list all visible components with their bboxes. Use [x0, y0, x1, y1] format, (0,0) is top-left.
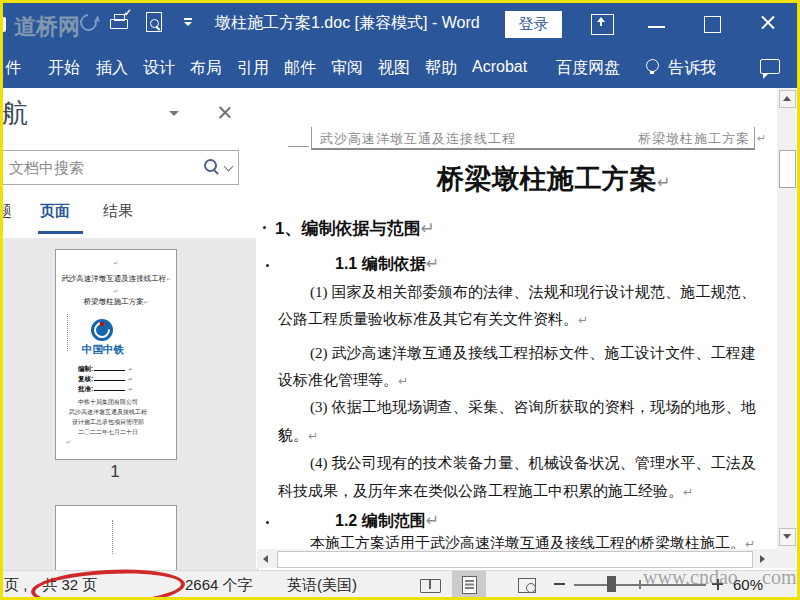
document-canvas[interactable]: 武沙高速洋墩互通及连接线工程 桥梁墩柱施工方案 ↵ 桥梁墩柱施工方案↵ 1、编制… — [257, 88, 777, 549]
crec-logo-text: 中国中铁 — [58, 343, 148, 357]
tab-review[interactable]: 审阅 — [331, 58, 363, 79]
header-right-text: 桥梁墩柱施工方案 — [638, 130, 750, 148]
web-layout-icon[interactable] — [518, 578, 536, 593]
outline-bullet-icon — [263, 226, 266, 229]
page-1-number: 1 — [55, 462, 175, 482]
body-line: 公路工程质量验收标准及其它有关文件资料。↵ — [278, 310, 588, 329]
comments-icon[interactable] — [760, 59, 780, 74]
navigation-pane: 导航 标题 页面 结果 ↵ 武沙高速洋墩互通及连接线工程↵ ↵ 桥梁墩柱施工方案… — [0, 88, 258, 570]
search-options-chevron-icon[interactable] — [224, 162, 234, 172]
tab-help[interactable]: 帮助 — [425, 58, 457, 79]
zoom-slider-center-tick — [639, 580, 641, 589]
page-thumbnail-list: ↵ 武沙高速洋墩互通及连接线工程↵ ↵ 桥梁墩柱施工方案↵ 中国中铁 编制:↵ … — [0, 238, 256, 570]
nav-tab-results[interactable]: 结果 — [103, 202, 133, 221]
watermark-top-left: 道桥网 — [14, 12, 80, 42]
thumb-cover-line2: 桥梁墩柱施工方案↵ — [56, 298, 176, 306]
print-layout-button[interactable] — [452, 571, 486, 597]
tab-tell-me[interactable]: 告诉我 — [668, 58, 716, 79]
quick-access-toolbar-more-icon[interactable] — [184, 18, 192, 26]
tab-baidu-netdisk[interactable]: 百度网盘 — [556, 58, 620, 79]
body-line: (1) 国家及相关部委颁布的法律、法规和现行设计规范、施工规范、 — [310, 283, 756, 302]
nav-pane-dropdown-icon[interactable] — [169, 111, 179, 116]
vertical-scrollbar-thumb[interactable] — [779, 150, 796, 188]
crec-logo — [91, 319, 113, 341]
zoom-out-icon[interactable] — [554, 583, 565, 585]
document-title: 桥梁墩柱施工方案↵ — [437, 161, 671, 197]
ribbon-tab-bar: 件 开始 插入 设计 布局 引用 邮件 审阅 视图 帮助 Acrobat 百度网… — [0, 46, 800, 88]
heading-1-2: 1.2 编制范围↵ — [335, 511, 439, 532]
watermark-bottom-right-2: com — [762, 566, 796, 589]
quick-print-icon[interactable]: ✓ — [110, 14, 128, 30]
close-icon[interactable] — [759, 14, 776, 31]
margin-corner-mark — [288, 146, 309, 147]
search-input[interactable] — [7, 156, 151, 178]
minimize-icon[interactable] — [648, 26, 665, 28]
scroll-right-icon[interactable] — [755, 551, 771, 567]
heading-1-1: 1.1 编制依据↵ — [335, 254, 439, 275]
nav-tab-underline — [38, 231, 83, 234]
nav-tab-headings[interactable]: 标题 — [0, 202, 12, 221]
tab-references[interactable]: 引用 — [237, 58, 269, 79]
nav-tab-pages[interactable]: 页面 — [40, 202, 70, 221]
document-search-box[interactable] — [0, 150, 239, 185]
print-preview-icon[interactable] — [146, 12, 162, 32]
tab-design[interactable]: 设计 — [143, 58, 175, 79]
body-line: 科技成果，及历年来在类似公路工程施工中积累的施工经验。↵ — [278, 482, 693, 501]
body-line: (2) 武沙高速洋墩互通及接线工程招标文件、施工设计文件、工程建 — [310, 344, 756, 363]
tell-me-bulb-icon — [646, 59, 659, 72]
read-mode-icon[interactable] — [420, 579, 441, 593]
outline-bullet-icon — [266, 264, 269, 267]
heading-1: 1、编制依据与范围↵ — [275, 217, 435, 240]
tab-layout[interactable]: 布局 — [190, 58, 222, 79]
body-line: 设标准化管理等。↵ — [278, 371, 408, 390]
page-header: 武沙高速洋墩互通及连接线工程 桥梁墩柱施工方案 — [311, 127, 755, 150]
thumb-cover-line1: 武沙高速洋墩互通及连接线工程↵ — [56, 275, 176, 283]
save-icon[interactable] — [0, 17, 6, 32]
scroll-left-icon[interactable] — [259, 551, 275, 567]
outline-bullet-icon — [266, 521, 269, 524]
tab-home[interactable]: 开始 — [48, 58, 80, 79]
page-1-thumbnail[interactable]: ↵ 武沙高速洋墩互通及连接线工程↵ ↵ 桥梁墩柱施工方案↵ 中国中铁 编制:↵ … — [55, 249, 177, 460]
scroll-up-icon[interactable] — [779, 90, 796, 108]
print-layout-icon — [462, 576, 477, 594]
scroll-down-icon[interactable] — [779, 528, 796, 546]
maximize-icon[interactable] — [704, 16, 721, 33]
search-icon[interactable] — [204, 159, 217, 172]
tab-insert[interactable]: 插入 — [96, 58, 128, 79]
nav-pane-close-icon[interactable] — [217, 105, 232, 120]
tab-mailings[interactable]: 邮件 — [284, 58, 316, 79]
tab-file[interactable]: 件 — [5, 58, 21, 79]
language-status[interactable]: 英语(美国) — [287, 576, 357, 595]
undo-icon[interactable] — [77, 11, 101, 35]
page-2-thumbnail[interactable] — [55, 505, 177, 571]
tab-acrobat[interactable]: Acrobat — [472, 58, 527, 76]
title-bar: ✓ 墩柱施工方案1.doc [兼容模式] - Word 登录 — [0, 0, 800, 46]
watermark-bottom-right: www.cndao — [643, 566, 738, 589]
vertical-scrollbar[interactable] — [777, 88, 796, 568]
window-title: 墩柱施工方案1.doc [兼容模式] - Word — [215, 13, 480, 34]
ribbon-display-options-icon[interactable] — [591, 14, 614, 35]
navigation-pane-title: 导航 — [0, 96, 28, 131]
tab-view[interactable]: 视图 — [378, 58, 410, 79]
sign-in-button[interactable]: 登录 — [505, 11, 562, 38]
body-line: (4) 我公司现有的技术装备力量、机械设备状况、管理水平、工法及 — [310, 454, 756, 473]
body-line: 貌。↵ — [278, 426, 318, 445]
body-line: 本施工方案适用于武沙高速洋墩互通及接线工程的桥梁墩柱施工。↵ — [310, 534, 755, 549]
word-count-status[interactable]: 2664 个字 — [185, 576, 253, 595]
zoom-slider-handle[interactable] — [607, 576, 616, 592]
header-left-text: 武沙高速洋墩互通及连接线工程 — [320, 130, 516, 148]
body-line: (3) 依据工地现场调查、采集、咨询所获取的资料，现场的地形、地 — [310, 398, 756, 417]
